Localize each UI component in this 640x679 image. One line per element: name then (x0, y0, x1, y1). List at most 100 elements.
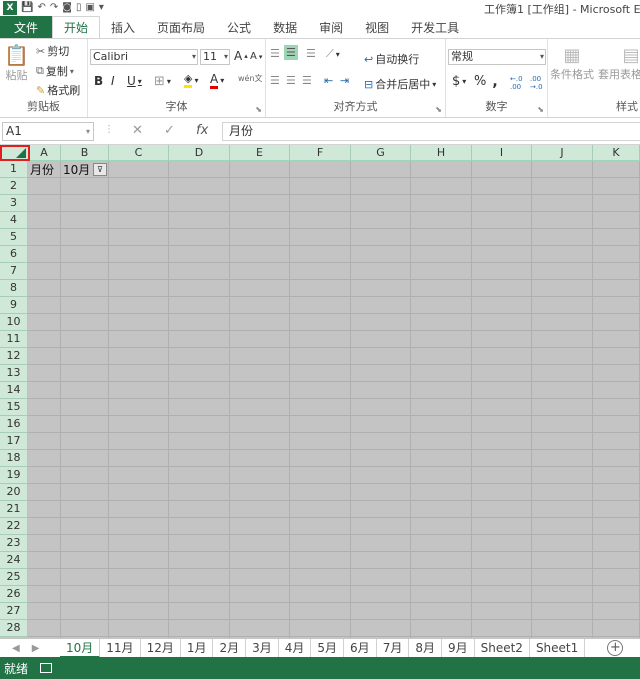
cut-button[interactable]: ✂ 剪切 (36, 43, 69, 59)
align-center-button[interactable]: ☰ (286, 74, 296, 87)
sheet-tab[interactable]: 7月 (377, 638, 410, 658)
sheet-tab[interactable]: 6月 (344, 638, 377, 658)
comma-button[interactable]: ‚ (492, 72, 498, 90)
row-header-27[interactable]: 27 (0, 603, 28, 620)
tab-home[interactable]: 开始 (52, 16, 101, 38)
format-painter-button[interactable]: ✎ 格式刷 (36, 82, 80, 98)
row-header-12[interactable]: 12 (0, 348, 28, 365)
row-header-9[interactable]: 9 (0, 297, 28, 314)
column-header-e[interactable]: E (230, 145, 290, 161)
sheet-tab[interactable]: 4月 (279, 638, 312, 658)
shrink-font-button[interactable]: A ▾ (250, 51, 262, 62)
row-header-2[interactable]: 2 (0, 178, 28, 195)
column-header-b[interactable]: B (61, 145, 109, 161)
row-header-25[interactable]: 25 (0, 569, 28, 586)
row-header-28[interactable]: 28 (0, 620, 28, 637)
sheet-tab[interactable]: 3月 (246, 638, 279, 658)
row-header-7[interactable]: 7 (0, 263, 28, 280)
row-header-18[interactable]: 18 (0, 450, 28, 467)
row-header-20[interactable]: 20 (0, 484, 28, 501)
column-header-d[interactable]: D (169, 145, 230, 161)
row-header-15[interactable]: 15 (0, 399, 28, 416)
row-header-23[interactable]: 23 (0, 535, 28, 552)
font-name-combo[interactable]: Calibri ▾ (90, 49, 198, 65)
align-top-button[interactable]: ☰ (270, 47, 280, 60)
dialog-launcher-icon[interactable]: ⬊ (435, 105, 442, 114)
conditional-formatting-button[interactable]: ▦ 条件格式 (550, 45, 594, 82)
customize-qa-icon[interactable]: ▾ (99, 1, 104, 15)
currency-button[interactable]: $ ▾ (452, 74, 466, 89)
fill-color-button[interactable]: ◈ ▾ (184, 72, 198, 88)
font-size-combo[interactable]: 11 ▾ (200, 49, 230, 65)
column-header-g[interactable]: G (351, 145, 411, 161)
bold-button[interactable]: B (94, 74, 103, 88)
filter-dropdown-icon[interactable]: ⊽ (93, 163, 107, 176)
row-header-17[interactable]: 17 (0, 433, 28, 450)
copy-button[interactable]: ⧉ 复制 ▾ (36, 63, 74, 79)
cancel-icon[interactable]: ✕ (132, 123, 143, 138)
undo-icon[interactable]: ↶ (37, 1, 45, 15)
format-as-table-button[interactable]: ▤ 套用表格格式 (598, 45, 640, 82)
border-button[interactable]: ⊞ ▾ (154, 74, 171, 89)
sheet-tab[interactable]: Sheet2 (475, 638, 530, 658)
row-header-11[interactable]: 11 (0, 331, 28, 348)
select-all-button[interactable] (0, 145, 30, 161)
column-header-h[interactable]: H (411, 145, 472, 161)
decrease-decimal-button[interactable]: .00 →.0 (530, 75, 543, 91)
prev-sheet-icon[interactable]: ◀ (12, 643, 20, 654)
column-header-k[interactable]: K (593, 145, 640, 161)
sheet-tab[interactable]: 8月 (409, 638, 442, 658)
tab-insert[interactable]: 插入 (100, 16, 146, 38)
sheet-tab[interactable]: 5月 (311, 638, 345, 658)
tab-view[interactable]: 视图 (354, 16, 400, 38)
macro-record-icon[interactable] (40, 663, 53, 673)
sheet-tab[interactable]: 9月 (442, 638, 475, 658)
row-header-13[interactable]: 13 (0, 365, 28, 382)
column-header-i[interactable]: I (472, 145, 532, 161)
tab-developer[interactable]: 开发工具 (400, 16, 470, 38)
row-header-1[interactable]: 1 (0, 161, 28, 178)
row-header-10[interactable]: 10 (0, 314, 28, 331)
tab-data[interactable]: 数据 (262, 16, 308, 38)
row-header-19[interactable]: 19 (0, 467, 28, 484)
add-sheet-icon[interactable]: + (607, 640, 624, 656)
sheet-tab[interactable]: 2月 (213, 638, 247, 658)
font-color-button[interactable]: A ▾ (210, 72, 224, 89)
row-header-22[interactable]: 22 (0, 518, 28, 535)
number-format-combo[interactable]: 常规 ▾ (448, 49, 546, 65)
print-preview-icon[interactable]: ▣ (85, 1, 94, 15)
dialog-launcher-icon[interactable]: ⬊ (537, 105, 544, 114)
tab-file[interactable]: 文件 (0, 16, 52, 38)
enter-icon[interactable]: ✓ (164, 123, 175, 138)
row-header-8[interactable]: 8 (0, 280, 28, 297)
worksheet-grid[interactable]: ABCDEFGHIJK 月份 10月 ⊽ 1 2 3 4 5 6 7 8 9 10 11 12 13 14… (0, 145, 640, 638)
row-header-14[interactable]: 14 (0, 382, 28, 399)
row-header-26[interactable]: 26 (0, 586, 28, 603)
row-header-6[interactable]: 6 (0, 246, 28, 263)
align-bottom-button[interactable]: ☰ (306, 47, 316, 60)
column-header-a[interactable]: A (28, 145, 61, 161)
grow-font-button[interactable]: A ▴ (234, 49, 248, 63)
align-middle-button[interactable]: ☰ (284, 45, 298, 60)
row-header-16[interactable]: 16 (0, 416, 28, 433)
merge-center-button[interactable]: ⊟ 合并后居中 ▾ (364, 76, 436, 92)
underline-button[interactable]: U ▾ (127, 74, 142, 88)
row-header-3[interactable]: 3 (0, 195, 28, 212)
tab-review[interactable]: 审阅 (308, 16, 354, 38)
sheet-tab[interactable]: Sheet1 (530, 638, 586, 658)
insert-function-icon[interactable]: fx (196, 123, 208, 138)
align-right-button[interactable]: ☰ (302, 74, 312, 87)
row-header-4[interactable]: 4 (0, 212, 28, 229)
camera-icon[interactable]: ◙ (62, 1, 72, 15)
column-header-j[interactable]: J (532, 145, 593, 161)
dialog-launcher-icon[interactable]: ⬊ (255, 105, 262, 114)
tab-formulas[interactable]: 公式 (216, 16, 262, 38)
orientation-button[interactable]: ⟋ ▾ (326, 47, 340, 61)
phonetic-button[interactable]: wén文 (238, 73, 263, 84)
row-header-24[interactable]: 24 (0, 552, 28, 569)
align-left-button[interactable]: ☰ (270, 74, 280, 87)
new-file-icon[interactable]: ▯ (76, 1, 82, 15)
decrease-indent-button[interactable]: ⇤ (324, 74, 333, 87)
sheet-tab[interactable]: 12月 (141, 638, 181, 658)
column-header-c[interactable]: C (109, 145, 169, 161)
